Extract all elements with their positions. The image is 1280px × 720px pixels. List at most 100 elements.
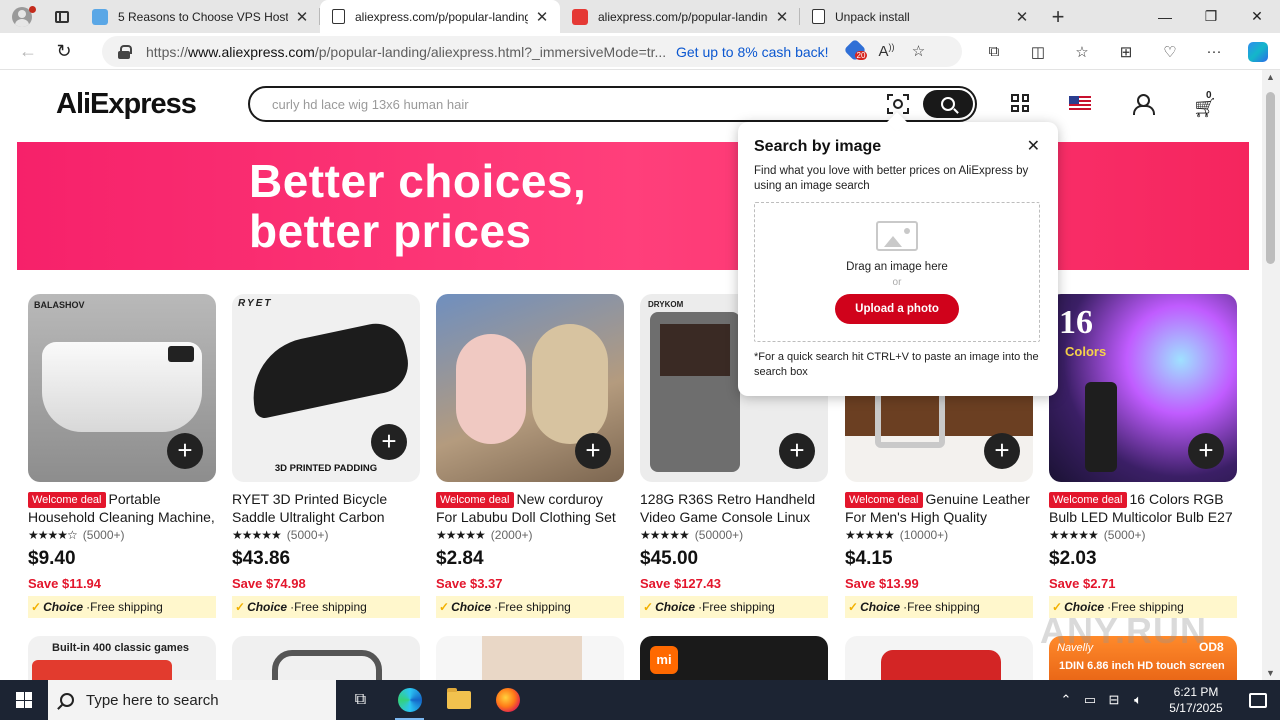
- product-title[interactable]: Welcome deal Genuine Leather For Men's Hi…: [845, 490, 1033, 526]
- us-flag-icon[interactable]: [1069, 96, 1091, 111]
- clock[interactable]: 6:21 PM 5/17/2025: [1156, 684, 1236, 716]
- product-card-row2[interactable]: Built-in 400 classic games: [28, 636, 216, 680]
- profile-notification-dot: [29, 6, 36, 13]
- choice-label: Choice: [247, 600, 288, 614]
- shipping-label: Free shipping: [702, 600, 775, 614]
- console-shape: [32, 660, 172, 680]
- add-to-cart-button[interactable]: +: [984, 433, 1020, 469]
- clock-time: 6:21 PM: [1173, 685, 1219, 699]
- product-title[interactable]: RYET 3D Printed Bicycle Saddle Ultraligh…: [232, 490, 420, 526]
- aliexpress-logo[interactable]: AliExpress: [56, 88, 197, 121]
- refresh-button[interactable]: ↻: [46, 33, 82, 69]
- tab-close-icon[interactable]: ✕: [294, 8, 310, 26]
- product-card-row2[interactable]: [436, 636, 624, 680]
- shipping-label: Free shipping: [907, 600, 980, 614]
- task-view-button[interactable]: ⧉: [336, 680, 385, 720]
- search-box: [248, 86, 977, 122]
- taskbar-search[interactable]: Type here to search: [48, 680, 336, 720]
- new-tab-button[interactable]: +: [1040, 0, 1076, 33]
- split-screen-icon[interactable]: ◫: [1016, 33, 1060, 70]
- edge-icon: [397, 688, 422, 712]
- image-search-camera-icon[interactable]: [887, 94, 909, 114]
- image-drop-zone[interactable]: Drag an image here or Upload a photo: [754, 202, 1040, 342]
- saddle-shape: [242, 318, 414, 420]
- window-controls: — ❐ ✕: [1142, 0, 1280, 33]
- add-to-cart-button[interactable]: +: [371, 424, 407, 460]
- scroll-up-icon[interactable]: ▲: [1266, 72, 1275, 82]
- tab-aliexpress-active[interactable]: aliexpress.com/p/popular-landing ✕: [320, 0, 560, 33]
- product-image[interactable]: BALASHOV +: [28, 294, 216, 482]
- shopping-extension-icon[interactable]: 20: [839, 38, 871, 62]
- product-caption: 1DIN 6.86 inch HD touch screen: [1059, 660, 1225, 672]
- add-to-cart-button[interactable]: +: [779, 433, 815, 469]
- qr-code-icon[interactable]: [1011, 94, 1029, 112]
- browser-essentials-icon[interactable]: ♡: [1148, 33, 1192, 70]
- product-card[interactable]: 16 Colors + Welcome deal 16 Colors RGB Bu…: [1049, 294, 1237, 618]
- cashback-link[interactable]: Get up to 8% cash back!: [676, 44, 829, 60]
- favorites-icon[interactable]: ☆: [1060, 33, 1104, 70]
- search-button[interactable]: [923, 90, 973, 118]
- edge-taskbar-button[interactable]: [385, 680, 434, 720]
- tab-unpack-install[interactable]: Unpack install ✕: [800, 0, 1040, 33]
- maximize-button[interactable]: ❐: [1188, 0, 1234, 33]
- read-aloud-icon[interactable]: A)): [871, 42, 903, 62]
- notifications-button[interactable]: [1236, 692, 1280, 708]
- tab-close-icon[interactable]: ✕: [1014, 8, 1030, 26]
- tab-actions-button[interactable]: [44, 0, 80, 33]
- profile-button[interactable]: [0, 0, 44, 33]
- volume-icon[interactable]: 🔈︎: [1126, 692, 1150, 708]
- back-button[interactable]: ←: [10, 33, 46, 69]
- copilot-icon[interactable]: [1236, 33, 1280, 70]
- review-count: (5000+): [82, 528, 125, 542]
- product-card-row2[interactable]: [845, 636, 1033, 680]
- network-icon[interactable]: ⊟: [1102, 692, 1126, 708]
- collections-icon[interactable]: ⊞: [1104, 33, 1148, 70]
- tab-aliexpress-2[interactable]: aliexpress.com/p/popular-landing ✕: [560, 0, 800, 33]
- product-title[interactable]: Welcome deal New corduroy For Labubu Doll…: [436, 490, 624, 526]
- firefox-taskbar-button[interactable]: [483, 680, 532, 720]
- settings-menu-icon[interactable]: ···: [1192, 33, 1236, 70]
- product-card[interactable]: RYET 3D PRINTED PADDING + RYET 3D Printe…: [232, 294, 420, 618]
- close-icon[interactable]: ✕: [1027, 136, 1040, 156]
- product-card[interactable]: + Welcome deal New corduroy For Labubu Do…: [436, 294, 624, 618]
- minimize-button[interactable]: —: [1142, 0, 1188, 33]
- tab-close-icon[interactable]: ✕: [534, 8, 550, 26]
- tab-vps-hosting[interactable]: 5 Reasons to Choose VPS Hosting ✕: [80, 0, 320, 33]
- close-window-button[interactable]: ✕: [1234, 0, 1280, 33]
- browser-tab-bar: 5 Reasons to Choose VPS Hosting ✕ aliexp…: [0, 0, 1280, 33]
- file-explorer-button[interactable]: [434, 680, 483, 720]
- address-bar[interactable]: https://www.aliexpress.com/p/popular-lan…: [102, 36, 962, 67]
- add-to-cart-button[interactable]: +: [167, 433, 203, 469]
- welcome-deal-badge: Welcome deal: [1049, 492, 1127, 508]
- upload-photo-button[interactable]: Upload a photo: [835, 294, 959, 324]
- product-title[interactable]: Welcome deal Portable Household Cleaning …: [28, 490, 216, 526]
- product-image[interactable]: 16 Colors +: [1049, 294, 1237, 482]
- product-image[interactable]: +: [436, 294, 624, 482]
- tab-close-icon[interactable]: ✕: [774, 8, 790, 26]
- extensions-icon[interactable]: ⧉: [972, 33, 1016, 70]
- image-placeholder-icon: [876, 221, 918, 251]
- scroll-down-icon[interactable]: ▼: [1266, 668, 1275, 678]
- favorite-star-icon[interactable]: ☆: [903, 42, 935, 62]
- product-name: 128G R36S Retro Handheld Video Game Cons…: [640, 491, 816, 525]
- add-to-cart-button[interactable]: +: [575, 433, 611, 469]
- start-button[interactable]: [0, 680, 48, 720]
- product-card-row2[interactable]: mi: [640, 636, 828, 680]
- product-title[interactable]: 128G R36S Retro Handheld Video Game Cons…: [640, 490, 828, 526]
- or-text: or: [892, 277, 902, 288]
- product-price: $45.00: [640, 548, 699, 569]
- url-text[interactable]: https://www.aliexpress.com/p/popular-lan…: [146, 44, 666, 60]
- scrollbar-thumb[interactable]: [1266, 92, 1275, 264]
- device-icon[interactable]: ▭: [1078, 692, 1102, 708]
- page-scrollbar[interactable]: ▲ ▼: [1262, 70, 1280, 680]
- search-input[interactable]: [272, 96, 872, 112]
- product-image[interactable]: RYET 3D PRINTED PADDING +: [232, 294, 420, 482]
- promo-banner[interactable]: Better choices, better prices: [17, 142, 1249, 270]
- doll-shape-left: [456, 334, 526, 444]
- add-to-cart-button[interactable]: +: [1188, 433, 1224, 469]
- product-card[interactable]: BALASHOV + Welcome deal Portable Househol…: [28, 294, 216, 618]
- product-card-row2[interactable]: [232, 636, 420, 680]
- product-title[interactable]: Welcome deal 16 Colors RGB Bulb LED Multi…: [1049, 490, 1237, 526]
- chevron-up-icon[interactable]: ⌃: [1054, 692, 1078, 708]
- account-icon[interactable]: [1133, 94, 1155, 115]
